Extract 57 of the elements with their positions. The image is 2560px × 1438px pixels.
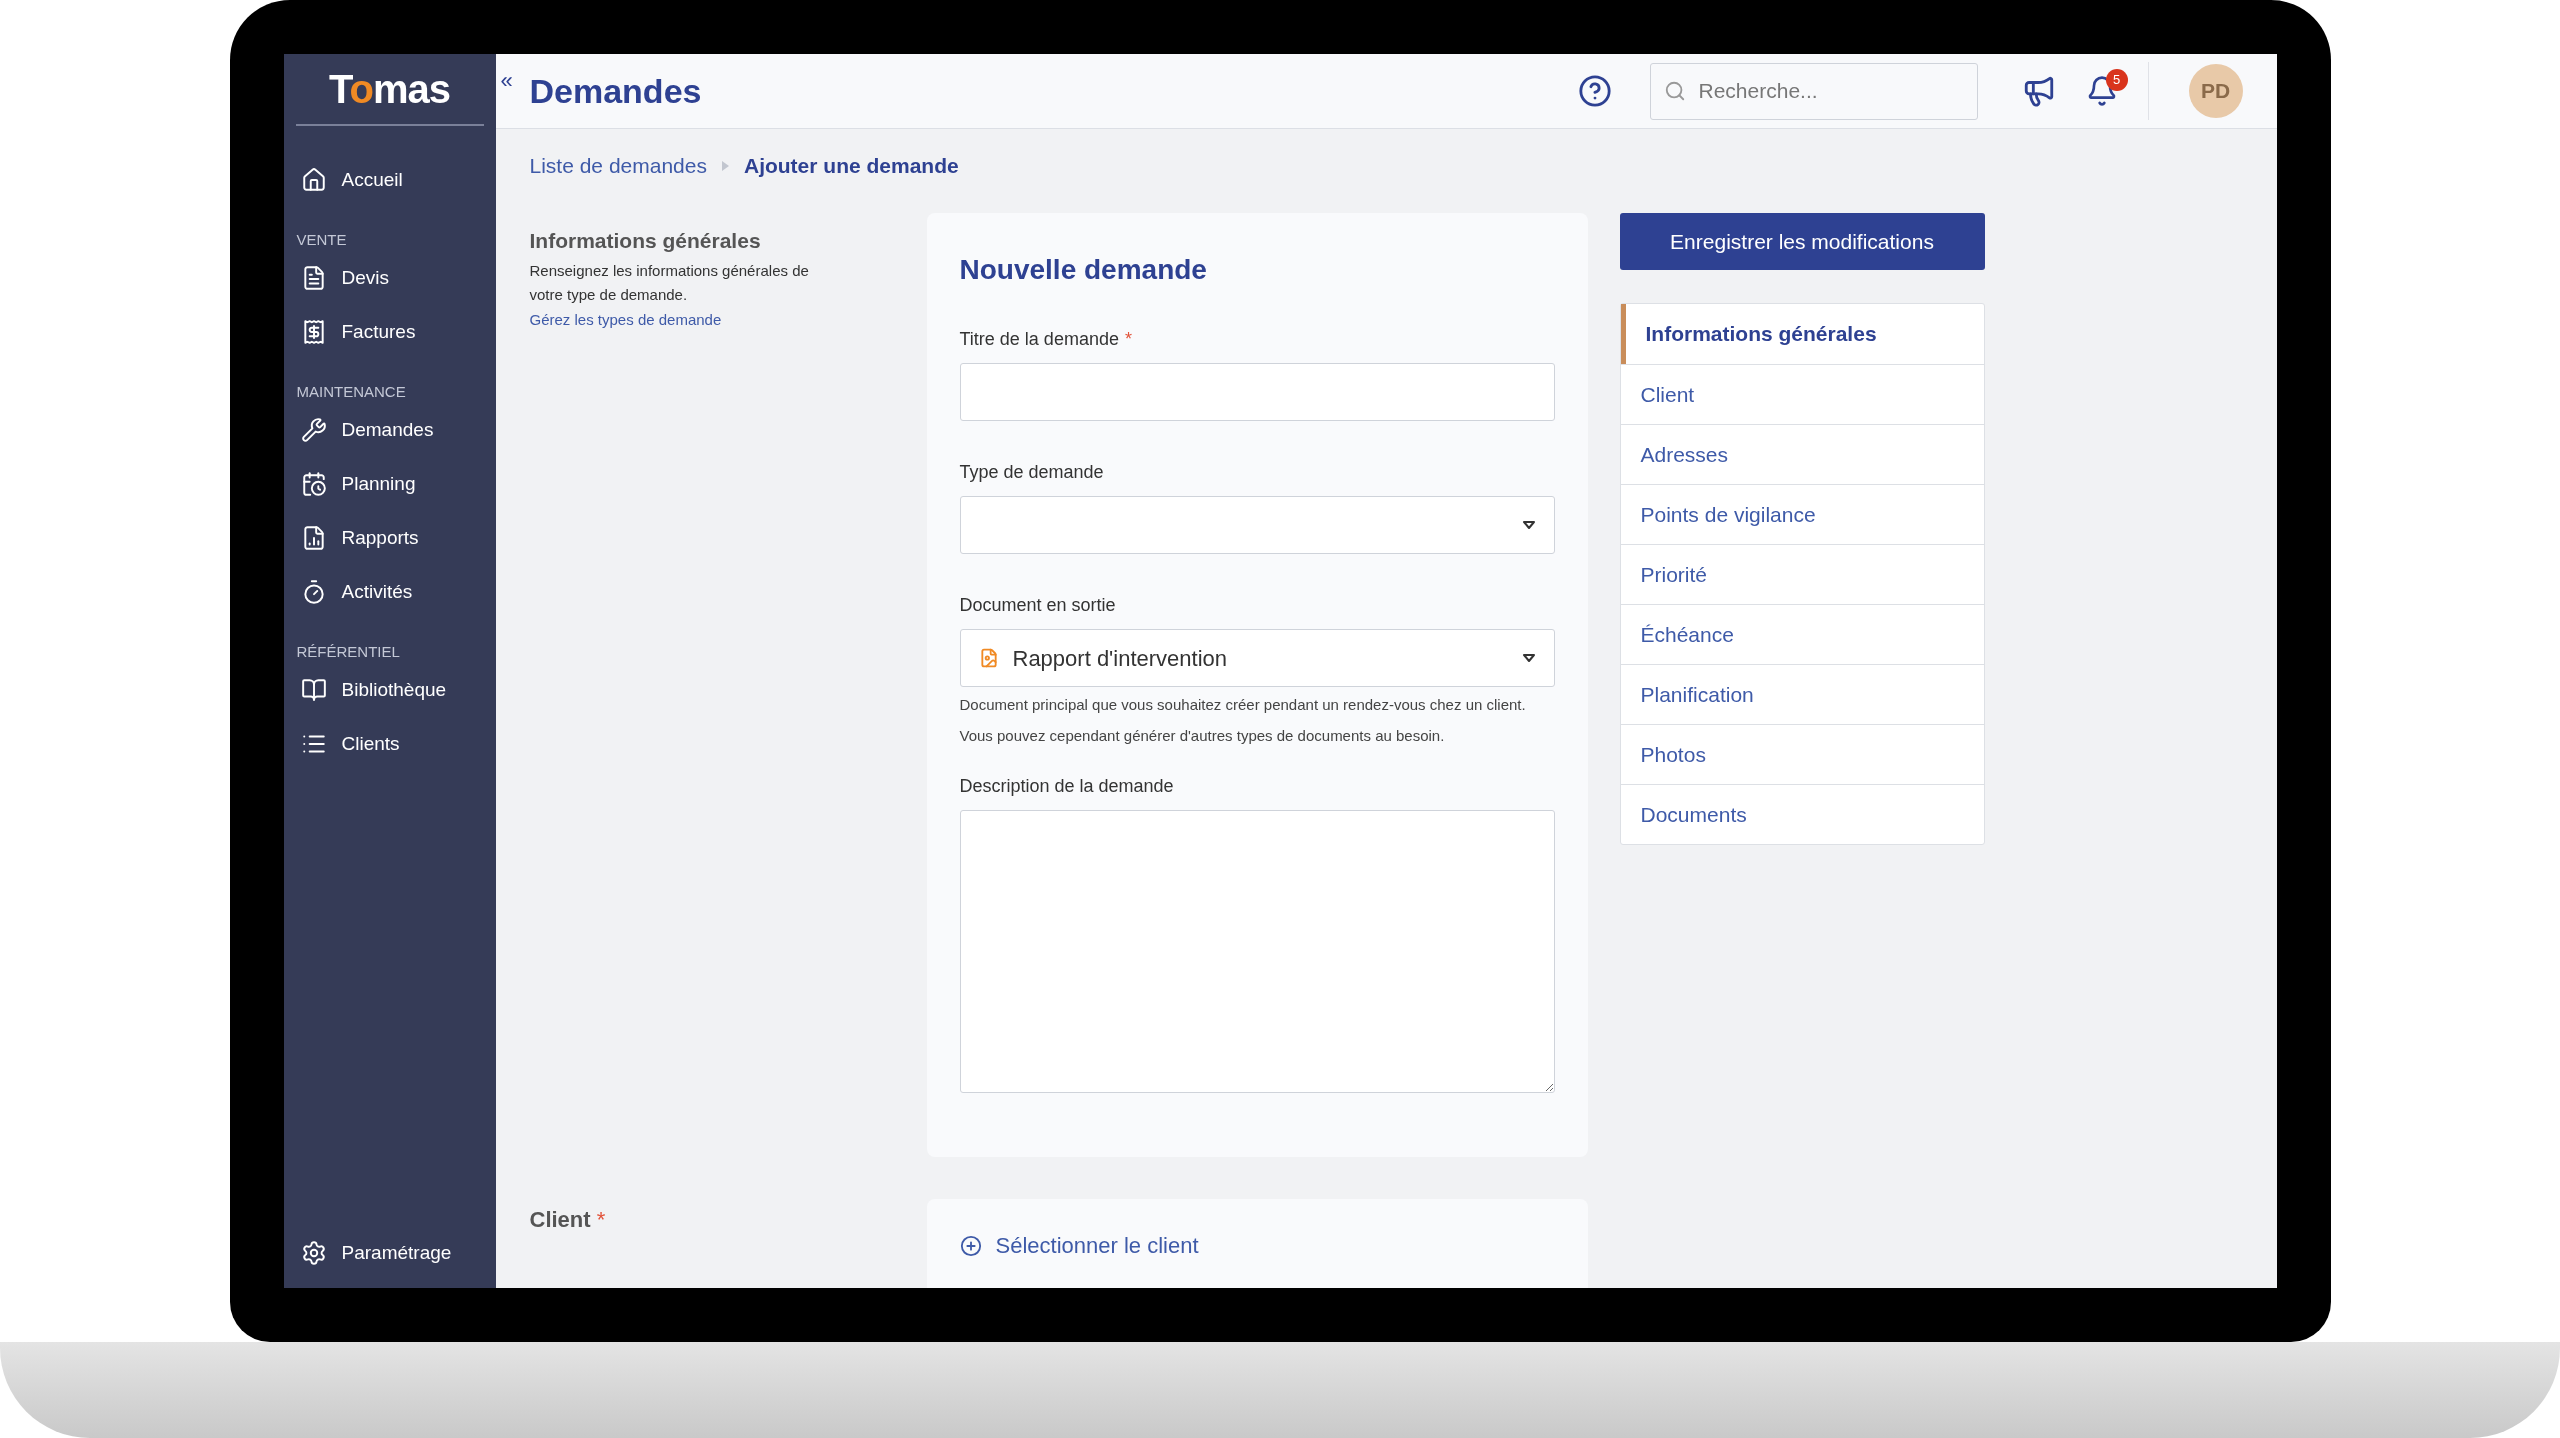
section-description: Renseignez les informations générales de votre type de demande. — [529, 260, 810, 305]
logo: Tomas — [329, 69, 450, 109]
sidebar-item[interactable]: Factures — [283, 305, 496, 359]
field-label: Type de demande — [959, 461, 1104, 484]
home-icon — [300, 167, 327, 193]
caret-icon — [1521, 520, 1536, 530]
section-nav-item[interactable]: Planification — [1620, 664, 1984, 724]
settings-icon — [300, 1240, 327, 1266]
wrench-icon — [300, 417, 327, 443]
sidebar-section-heading: VENTE — [295, 229, 348, 250]
sidebar-item[interactable]: Clients — [283, 717, 496, 771]
select-client-link[interactable]: Sélectionner le client — [959, 1229, 1199, 1262]
required-mark: * — [596, 1206, 606, 1234]
section-nav-item[interactable]: Client — [1620, 364, 1984, 424]
sidebar-item[interactable]: Rapports — [283, 511, 496, 565]
book-icon — [300, 677, 327, 703]
input-field[interactable] — [959, 363, 1555, 421]
sidebar-item[interactable]: Paramétrage — [283, 1226, 496, 1280]
required-mark: * — [1124, 328, 1132, 351]
section-nav-item[interactable]: Points de vigilance — [1620, 484, 1984, 544]
section-nav-item[interactable]: Priorité — [1620, 544, 1984, 604]
breadcrumb-item: Ajouter une demande — [743, 153, 959, 180]
section-title: Client — [529, 1206, 591, 1234]
sidebar-item[interactable]: Planning — [283, 457, 496, 511]
field-label: Document en sortie — [959, 594, 1116, 617]
collapse-button[interactable]: « — [495, 54, 518, 129]
section-nav-item[interactable]: Documents — [1620, 784, 1984, 844]
section-nav-item[interactable]: Informations générales — [1620, 304, 1984, 364]
sidebar-item[interactable]: Demandes — [283, 403, 496, 457]
section-nav-item[interactable]: Échéance — [1620, 604, 1984, 664]
plus-circle-icon — [959, 1234, 982, 1257]
field-label: Description de la demande — [959, 775, 1174, 798]
caret-icon — [1521, 653, 1536, 663]
card-title: Nouvelle demande — [959, 253, 1208, 287]
manage-types-link[interactable]: Gérez les types de demande — [529, 308, 895, 331]
document-icon — [978, 648, 999, 668]
breadcrumb-item[interactable]: Liste de demandes — [529, 150, 707, 182]
page-title: Demandes — [529, 70, 702, 112]
section-title: Informations générales — [529, 228, 762, 254]
breadcrumb-separator-icon — [720, 160, 730, 172]
help-text: Document principal que vous souhaitez créer pendant un rendez-vous chez un client. Vous pouvez cependant générer d'autres types de documents au besoin. — [959, 695, 1527, 746]
save-button[interactable]: Enregistrer les modifications — [1619, 213, 1985, 270]
dropdown[interactable]: Rapport d'intervention — [959, 629, 1555, 687]
section-nav-item[interactable]: Photos — [1620, 724, 1984, 784]
sidebar-section-heading: MAINTENANCE — [295, 381, 407, 402]
sidebar-item[interactable]: Devis — [283, 251, 496, 305]
sidebar-item[interactable]: Activités — [283, 565, 496, 619]
sidebar-item[interactable]: Bibliothèque — [283, 663, 496, 717]
section-nav-item[interactable]: Adresses — [1620, 424, 1984, 484]
help-icon[interactable] — [1577, 74, 1612, 108]
notification-badge: 5 — [2105, 69, 2128, 91]
search-icon — [1663, 79, 1686, 102]
calendar-icon — [300, 471, 327, 497]
search-field[interactable]: Recherche... — [1649, 62, 1978, 120]
sidebar-section-heading: RÉFÉRENTIEL — [295, 641, 401, 662]
field-label: Titre de la demande — [959, 328, 1119, 351]
sidebar-item[interactable]: Accueil — [283, 153, 496, 207]
